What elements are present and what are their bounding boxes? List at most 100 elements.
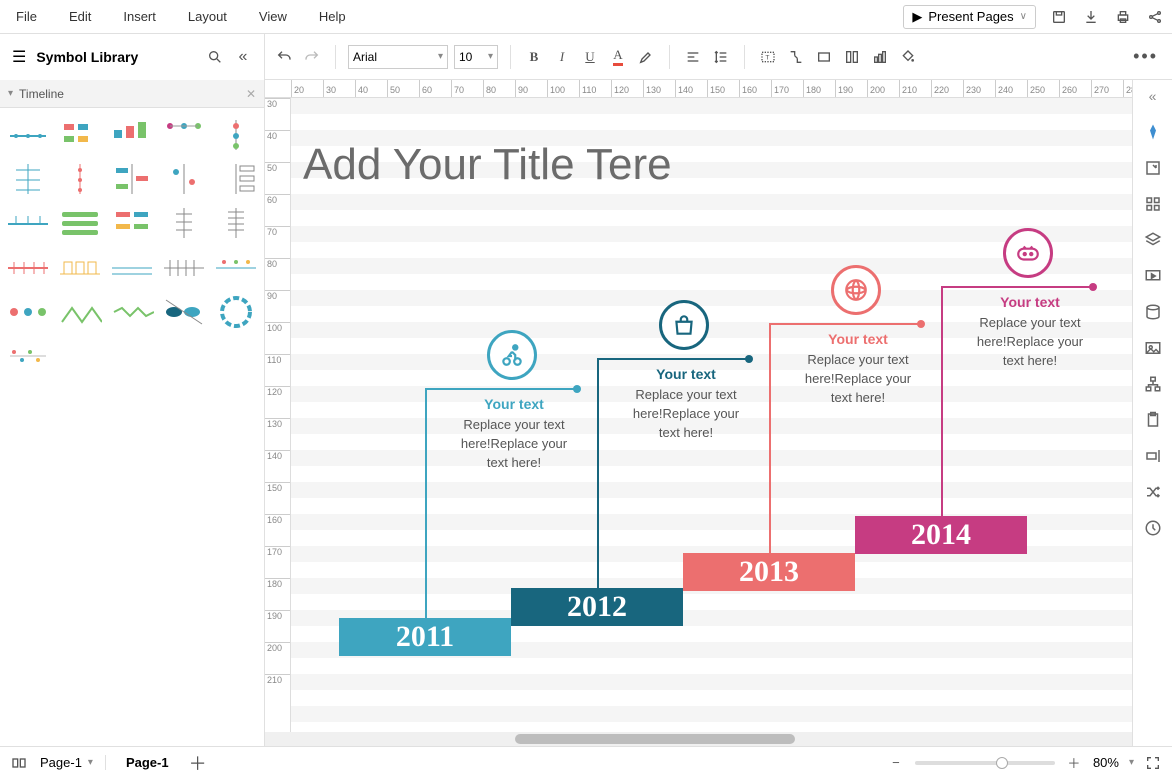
timeline-shape[interactable] [162, 206, 206, 242]
timeline-shape[interactable] [214, 118, 258, 154]
collapse-rightpanel-icon[interactable]: « [1143, 86, 1163, 106]
timeline-heading[interactable]: Your text [459, 396, 569, 412]
chart-icon[interactable] [869, 46, 891, 68]
zoom-label[interactable]: 80% [1093, 755, 1119, 770]
timeline-heading[interactable]: Your text [631, 366, 741, 382]
theme-icon[interactable] [1143, 122, 1163, 142]
distribute-icon[interactable] [841, 46, 863, 68]
timeline-shape[interactable] [58, 294, 102, 330]
history-icon[interactable] [1143, 518, 1163, 538]
present-button[interactable]: ▶ Present Pages ∨ [903, 5, 1036, 29]
menu-help[interactable]: Help [319, 9, 346, 24]
clipboard-icon[interactable] [1143, 410, 1163, 430]
year-block[interactable]: 2012 [511, 588, 683, 626]
add-page-icon[interactable]: ＋ [189, 754, 207, 772]
page-title[interactable]: Add Your Title Tere [303, 140, 672, 190]
timeline-heading[interactable]: Your text [975, 294, 1085, 310]
timeline-shape[interactable] [6, 250, 50, 286]
font-color-icon[interactable]: A [607, 46, 629, 68]
size-select[interactable]: 10▾ [454, 45, 498, 69]
year-block[interactable]: 2013 [683, 553, 855, 591]
data-icon[interactable] [1143, 302, 1163, 322]
timeline-shape[interactable] [110, 162, 154, 198]
timeline-shape[interactable] [110, 294, 154, 330]
collapse-sidebar-icon[interactable]: « [234, 48, 252, 66]
timeline-shape[interactable] [6, 294, 50, 330]
zoom-out-icon[interactable]: − [887, 754, 905, 772]
bold-icon[interactable]: B [523, 46, 545, 68]
export-icon[interactable] [1143, 158, 1163, 178]
timeline-icon[interactable] [487, 330, 537, 380]
fill-icon[interactable] [897, 46, 919, 68]
page-select[interactable]: Page-1 ▾ [40, 755, 106, 770]
horizontal-scrollbar[interactable] [265, 732, 1132, 746]
redo-icon[interactable] [301, 46, 323, 68]
timeline-shape[interactable] [58, 118, 102, 154]
line-spacing-icon[interactable] [710, 46, 732, 68]
shuffle-icon[interactable] [1143, 482, 1163, 502]
timeline-icon[interactable] [831, 265, 881, 315]
timeline-shape[interactable] [58, 250, 102, 286]
menu-insert[interactable]: Insert [123, 9, 156, 24]
download-icon[interactable] [1082, 8, 1100, 26]
italic-icon[interactable]: I [551, 46, 573, 68]
layers-icon[interactable] [1143, 230, 1163, 250]
timeline-shape[interactable] [58, 162, 102, 198]
font-select[interactable]: Arial▾ [348, 45, 448, 69]
search-icon[interactable] [206, 48, 224, 66]
page-tab[interactable]: Page-1 [118, 753, 177, 772]
timeline-shape[interactable] [6, 118, 50, 154]
menu-view[interactable]: View [259, 9, 287, 24]
timeline-shape[interactable] [214, 250, 258, 286]
shape-icon[interactable] [813, 46, 835, 68]
timeline-shape[interactable] [162, 118, 206, 154]
timeline-heading[interactable]: Your text [803, 331, 913, 347]
timeline-body[interactable]: Replace your text here!Replace your text… [626, 386, 746, 443]
print-icon[interactable] [1114, 8, 1132, 26]
grid-icon[interactable] [1143, 194, 1163, 214]
undo-icon[interactable] [273, 46, 295, 68]
close-icon[interactable]: ✕ [246, 87, 256, 101]
text-box-icon[interactable]: T [757, 46, 779, 68]
timeline-shape[interactable] [162, 162, 206, 198]
fullscreen-icon[interactable] [1144, 754, 1162, 772]
timeline-shape[interactable] [58, 206, 102, 242]
align-right-icon[interactable] [1143, 446, 1163, 466]
timeline-shape[interactable] [6, 338, 50, 374]
pages-view-icon[interactable] [10, 754, 28, 772]
menu-file[interactable]: File [16, 9, 37, 24]
timeline-shape[interactable] [162, 250, 206, 286]
save-icon[interactable] [1050, 8, 1068, 26]
page-canvas[interactable]: Add Your Title Tere 2011 Your text Replace… [291, 98, 1132, 732]
timeline-body[interactable]: Replace your text here!Replace your text… [454, 416, 574, 473]
year-block[interactable]: 2011 [339, 618, 511, 656]
timeline-shape[interactable] [214, 294, 258, 330]
timeline-shape[interactable] [6, 162, 50, 198]
highlight-icon[interactable] [635, 46, 657, 68]
menu-layout[interactable]: Layout [188, 9, 227, 24]
timeline-shape[interactable] [110, 250, 154, 286]
timeline-body[interactable]: Replace your text here!Replace your text… [798, 351, 918, 408]
timeline-body[interactable]: Replace your text here!Replace your text… [970, 314, 1090, 371]
timeline-panel-header[interactable]: ▾ Timeline ✕ [0, 80, 264, 108]
timeline-shape[interactable] [110, 206, 154, 242]
menu-edit[interactable]: Edit [69, 9, 91, 24]
more-icon[interactable]: ••• [1127, 46, 1164, 67]
timeline-icon[interactable] [659, 300, 709, 350]
image-icon[interactable] [1143, 338, 1163, 358]
timeline-icon[interactable] [1003, 228, 1053, 278]
sitemap-icon[interactable] [1143, 374, 1163, 394]
share-icon[interactable] [1146, 8, 1164, 26]
timeline-shape[interactable] [162, 294, 206, 330]
align-icon[interactable] [682, 46, 704, 68]
connector-icon[interactable] [785, 46, 807, 68]
slideshow-icon[interactable] [1143, 266, 1163, 286]
underline-icon[interactable]: U [579, 46, 601, 68]
timeline-shape[interactable] [110, 118, 154, 154]
timeline-shape[interactable] [214, 206, 258, 242]
timeline-shape[interactable] [214, 162, 258, 198]
zoom-in-icon[interactable]: ＋ [1065, 754, 1083, 772]
year-block[interactable]: 2014 [855, 516, 1027, 554]
zoom-slider[interactable] [915, 761, 1055, 765]
timeline-shape[interactable] [6, 206, 50, 242]
